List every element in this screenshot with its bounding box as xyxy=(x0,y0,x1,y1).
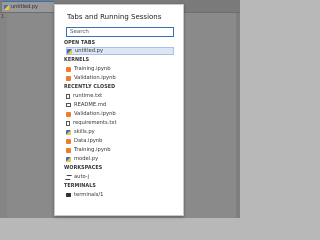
tabs-running-sessions-palette: Tabs and Running Sessions Search OPEN TA… xyxy=(54,4,184,216)
item-label: requirements.txt xyxy=(73,120,117,126)
section-open-tabs: OPEN TABS xyxy=(64,41,96,46)
list-item[interactable]: README.md xyxy=(66,101,174,109)
list-item[interactable]: Training.ipynb xyxy=(66,65,174,73)
section-kernels: KERNELS xyxy=(64,58,90,63)
item-label: untitled.py xyxy=(75,48,104,54)
python-file-icon xyxy=(4,4,9,10)
item-label: auto-j xyxy=(74,174,90,180)
editor-tab-untitled[interactable]: untitled.py xyxy=(2,1,54,12)
python-file-icon xyxy=(66,129,71,135)
list-item[interactable]: runtime.txt xyxy=(66,92,174,100)
section-workspaces: WORKSPACES xyxy=(64,166,103,171)
search-input[interactable]: Search xyxy=(66,27,174,37)
line-gutter xyxy=(0,13,7,218)
text-file-icon xyxy=(66,93,70,99)
item-label: Training.ipynb xyxy=(74,66,111,72)
list-item[interactable]: auto-j xyxy=(65,173,174,181)
text-file-icon xyxy=(66,120,70,126)
editor-tab-label: untitled.py xyxy=(11,4,39,10)
item-label: Validation.ipynb xyxy=(74,75,116,81)
notebook-icon xyxy=(66,75,71,81)
item-label: Training.ipynb xyxy=(74,147,111,153)
section-recently-closed: RECENTLY CLOSED xyxy=(64,85,116,90)
item-label: terminals/1 xyxy=(74,192,104,198)
line-number: 1 xyxy=(1,14,5,20)
list-item[interactable]: Training.ipynb xyxy=(66,146,174,154)
python-file-icon xyxy=(66,156,71,162)
item-label: README.md xyxy=(74,102,107,108)
notebook-icon xyxy=(66,66,71,72)
list-item[interactable]: untitled.py xyxy=(66,47,174,55)
item-label: Validation.ipynb xyxy=(74,111,116,117)
section-terminals: TERMINALS xyxy=(64,184,96,189)
python-file-icon xyxy=(67,48,72,54)
list-item[interactable]: Data.ipynb xyxy=(66,137,174,145)
item-label: model.py xyxy=(74,156,99,162)
notebook-icon xyxy=(66,147,71,153)
markdown-file-icon xyxy=(66,103,71,107)
list-item[interactable]: skills.py xyxy=(66,128,174,136)
palette-title: Tabs and Running Sessions xyxy=(67,13,162,21)
workspace-icon xyxy=(65,174,72,180)
item-label: skills.py xyxy=(74,129,95,135)
list-item[interactable]: Validation.ipynb xyxy=(66,110,174,118)
terminal-icon xyxy=(66,193,71,197)
item-label: runtime.txt xyxy=(73,93,103,99)
list-item[interactable]: Validation.ipynb xyxy=(66,74,174,82)
item-label: Data.ipynb xyxy=(74,138,103,144)
notebook-icon xyxy=(66,138,71,144)
list-item[interactable]: model.py xyxy=(66,155,174,163)
notebook-icon xyxy=(66,111,71,117)
scrollbar[interactable] xyxy=(236,13,240,218)
list-item[interactable]: requirements.txt xyxy=(66,119,174,127)
list-item[interactable]: terminals/1 xyxy=(66,191,174,199)
